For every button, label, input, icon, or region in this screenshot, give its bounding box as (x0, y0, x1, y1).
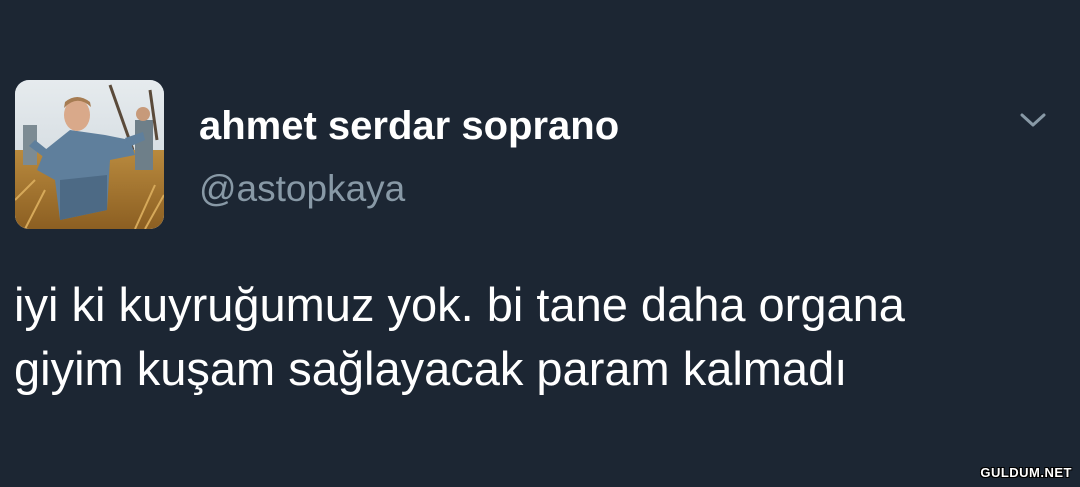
tweet-card: ahmet serdar soprano @astopkaya iyi ki k… (0, 0, 1080, 487)
user-handle[interactable]: @astopkaya (199, 168, 405, 210)
avatar[interactable] (15, 80, 164, 229)
tweet-text-line: giyim kuşam sağlayacak param kalmadı (14, 342, 848, 395)
chevron-down-icon[interactable] (1012, 104, 1054, 136)
tweet-text-line: iyi ki kuyruğumuz yok. bi tane daha orga… (14, 278, 905, 331)
display-name[interactable]: ahmet serdar soprano (199, 104, 619, 149)
profile-photo (15, 80, 164, 229)
tweet-text: iyi ki kuyruğumuz yok. bi tane daha orga… (14, 273, 1074, 401)
watermark: GULDUM.NET (980, 465, 1072, 480)
